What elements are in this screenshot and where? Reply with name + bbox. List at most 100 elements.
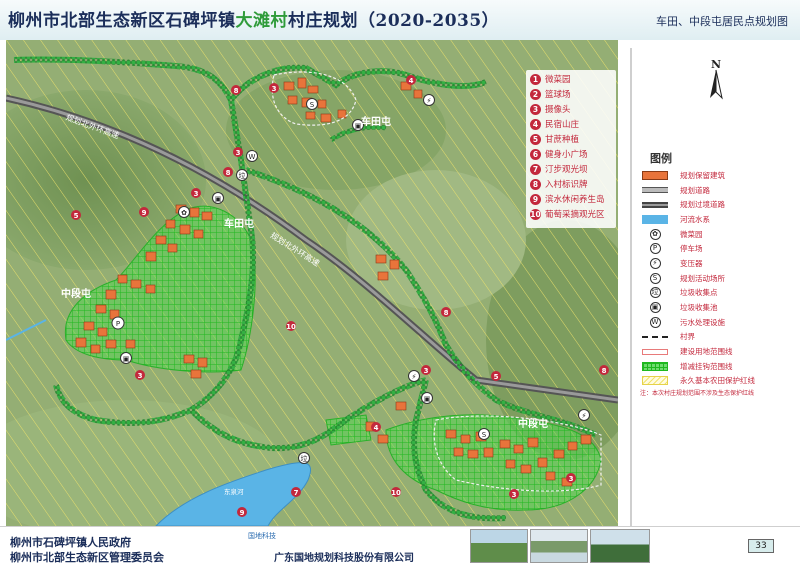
legend-label: 污水处理设施 xyxy=(680,317,725,327)
poi-marker: 8 xyxy=(231,85,241,95)
legend-item: W 污水处理设施 xyxy=(640,315,755,330)
plan-title: 柳州市北部生态新区石碑坪镇大滩村村庄规划（2020-2035） xyxy=(8,6,499,31)
page-footer: 柳州市石碑坪镇人民政府 柳州市北部生态新区管理委员会 国地科技 广东国地规划科技… xyxy=(0,526,800,565)
legend-item: ✿ 微菜园 xyxy=(640,227,755,242)
legend-item: 建设用地范围线 xyxy=(640,344,755,359)
page-header: 柳州市北部生态新区石碑坪镇大滩村村庄规划（2020-2035） 车田、中段屯居民… xyxy=(0,0,800,40)
legend-label: 变压器 xyxy=(680,258,703,268)
svg-text:3: 3 xyxy=(272,85,277,93)
legend-item: 规划道路 xyxy=(640,183,755,198)
trash-point-icon: 垃 xyxy=(236,169,248,181)
poi-number: 4 xyxy=(530,118,541,130)
poi-number: 6 xyxy=(530,148,541,160)
village-plan-map[interactable]: 3 8 4 3 8 3 9 8 10 3 7 9 10 5 3 4 8 3 3 … xyxy=(6,40,618,526)
legend-label: 村界 xyxy=(680,332,695,342)
green-grid-symbol xyxy=(640,361,670,372)
company-logo: 国地科技 xyxy=(248,532,276,540)
poi-number: 7 xyxy=(530,163,541,175)
svg-text:⚡: ⚡ xyxy=(582,412,587,420)
svg-text:▣: ▣ xyxy=(424,395,431,403)
poi-marker: 3 xyxy=(421,365,431,375)
poi-marker: 4 xyxy=(371,422,381,432)
poi-marker: 3 xyxy=(566,473,576,483)
svg-text:3: 3 xyxy=(236,149,241,157)
svg-text:▣: ▣ xyxy=(123,355,130,363)
svg-text:3: 3 xyxy=(194,190,199,198)
poi-marker: 4 xyxy=(406,75,416,85)
legend-label: 规划保留建筑 xyxy=(680,170,725,180)
poi-marker: 10 xyxy=(286,321,296,331)
building-symbol xyxy=(640,170,670,181)
trash-point-icon: 垃 xyxy=(649,287,661,299)
legend-label: 停车场 xyxy=(680,244,703,254)
poi-number: 3 xyxy=(530,103,541,115)
poi-list-item: 6 健身小广场 xyxy=(530,147,616,161)
legend-label: 永久基本农田保护红线 xyxy=(680,376,755,386)
poi-label: 摄像头 xyxy=(545,105,571,115)
poi-label: 入村标识牌 xyxy=(545,180,588,190)
svg-text:S: S xyxy=(482,431,487,439)
transformer-icon: ⚡ xyxy=(578,409,590,421)
garden-icon: ✿ xyxy=(649,228,661,240)
poi-number: 1 xyxy=(530,73,541,85)
trash-pool-icon: ▣ xyxy=(421,392,433,404)
svg-text:3: 3 xyxy=(569,475,574,483)
svg-text:S: S xyxy=(310,101,315,109)
svg-text:4: 4 xyxy=(374,424,379,432)
garden-icon: ✿ xyxy=(178,206,190,218)
poi-list-item: 2 篮球场 xyxy=(530,87,616,101)
poi-label: 民宿山庄 xyxy=(545,120,580,130)
river-symbol xyxy=(640,214,670,225)
svg-text:4: 4 xyxy=(409,77,414,85)
poi-marker: 8 xyxy=(223,167,233,177)
poi-marker: 8 xyxy=(599,365,609,375)
farmland-redline-symbol xyxy=(640,375,670,386)
poi-marker: 3 xyxy=(135,370,145,380)
poi-marker: 3 xyxy=(269,83,279,93)
poi-marker: 7 xyxy=(291,487,301,497)
poi-number: 8 xyxy=(530,178,541,190)
poi-marker: 5 xyxy=(491,371,501,381)
svg-text:8: 8 xyxy=(444,309,449,317)
svg-text:7: 7 xyxy=(294,489,299,497)
svg-text:▣: ▣ xyxy=(215,195,222,203)
legend-label: 建设用地范围线 xyxy=(680,347,733,357)
north-label: N xyxy=(711,58,721,71)
page-number: 33 xyxy=(748,539,774,553)
legend-item: 增减挂钩范围线 xyxy=(640,359,755,374)
poi-label: 健身小广场 xyxy=(545,150,588,160)
poi-list-item: 4 民宿山庄 xyxy=(530,117,616,131)
activity-icon: S xyxy=(306,98,318,110)
legend-label: 微菜园 xyxy=(680,229,703,239)
road-symbol xyxy=(640,185,670,196)
map-legend: N 图例 规划保留建筑 规划道路 规划过境道路 河流水系 ✿ 微菜园 P 停车场… xyxy=(630,48,794,526)
title-village-name: 大滩村 xyxy=(235,11,288,31)
transformer-icon: ⚡ xyxy=(408,370,420,382)
legend-item: 河流水系 xyxy=(640,212,755,227)
poi-label: 汀步观光坝 xyxy=(545,165,588,175)
svg-text:3: 3 xyxy=(138,372,143,380)
poi-marker: 9 xyxy=(139,207,149,217)
svg-text:⚡: ⚡ xyxy=(427,97,432,105)
village-photo xyxy=(470,529,528,563)
transformer-icon: ⚡ xyxy=(649,257,661,269)
svg-text:3: 3 xyxy=(424,367,429,375)
poi-list-item: 1 微菜园 xyxy=(530,72,616,86)
svg-text:5: 5 xyxy=(494,373,499,381)
legend-label: 规划道路 xyxy=(680,185,710,195)
svg-text:5: 5 xyxy=(74,212,79,220)
svg-text:8: 8 xyxy=(602,367,607,375)
poi-list-item: 5 甘蔗种植 xyxy=(530,132,616,146)
parking-icon: P xyxy=(111,316,125,330)
government-name-2: 柳州市北部生态新区管理委员会 xyxy=(10,551,164,564)
title-part-2: 村庄规划（2020-2035） xyxy=(288,11,500,31)
north-arrow-icon: N xyxy=(710,58,723,100)
poi-marker: 3 xyxy=(191,188,201,198)
poi-marker: 3 xyxy=(509,489,519,499)
legend-item: ⚡ 变压器 xyxy=(640,256,755,271)
legend-label: 规划活动场所 xyxy=(680,273,725,283)
village-boundary-symbol xyxy=(640,331,670,342)
legend-item: 永久基本农田保护红线 xyxy=(640,374,755,389)
village-label-chetian-2: 车田屯 xyxy=(224,219,254,230)
svg-text:W: W xyxy=(249,153,256,161)
